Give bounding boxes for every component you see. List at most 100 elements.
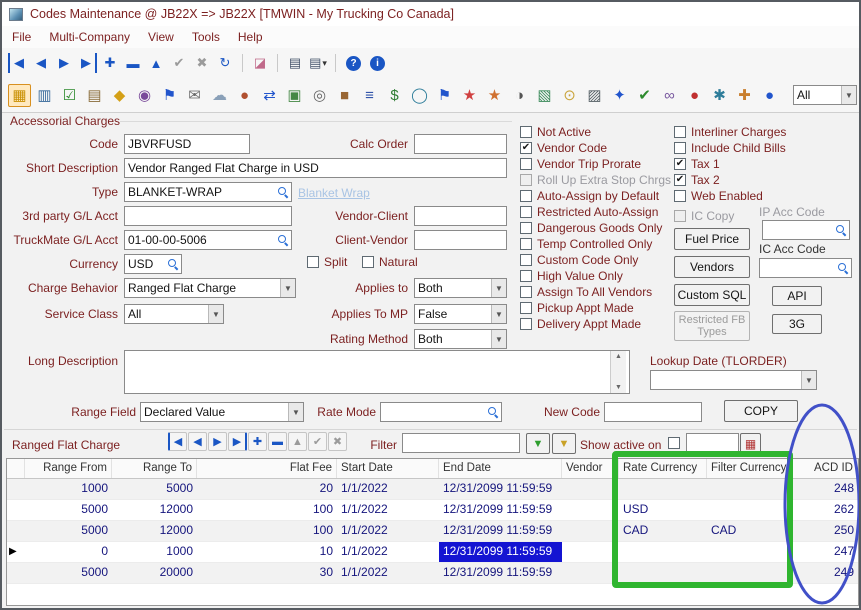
grid-cell[interactable] (619, 542, 707, 562)
grid-sheet-icon[interactable]: ▥ (33, 84, 56, 107)
column-header-rate-currency[interactable]: Rate Currency (619, 459, 707, 478)
ic-copy-checkbox[interactable]: IC Copy (674, 208, 734, 224)
grid-cell[interactable]: 12/31/2099 11:59:59 (439, 479, 562, 499)
checkbox-web-enabled[interactable]: Web Enabled (674, 188, 786, 204)
ranged-flat-charge-grid[interactable]: Range FromRange ToFlat FeeStart DateEnd … (6, 458, 859, 606)
apply-filter-button[interactable]: ▼ (526, 433, 550, 454)
grid-cell[interactable]: 5000 (25, 521, 112, 541)
long-description-field[interactable]: ▲▼ (124, 350, 630, 394)
chevron-down-icon[interactable]: ▼ (491, 305, 506, 323)
detail-insert-record-icon[interactable]: ✚ (248, 432, 267, 451)
rate-mode-field[interactable] (380, 402, 502, 422)
table-row[interactable]: 5000120001001/1/202212/31/2099 11:59:59C… (7, 521, 858, 542)
grid-cell[interactable]: 1000 (112, 542, 197, 562)
checkbox-box[interactable] (674, 190, 686, 202)
refresh-icon[interactable]: ↻ (215, 53, 235, 73)
burst-orange-icon[interactable]: ★ (483, 84, 506, 107)
truckmate-gl-field[interactable]: 01-00-00-5006 (124, 230, 292, 250)
chevron-down-icon[interactable]: ▾ (322, 58, 327, 69)
column-header-flat-fee[interactable]: Flat Fee (197, 459, 337, 478)
lookup-magnifier-icon[interactable] (278, 235, 288, 245)
grid-cell[interactable] (707, 479, 789, 499)
cancel-edit-icon[interactable]: ✖ (192, 53, 212, 73)
checkbox-box[interactable]: ✔ (674, 174, 686, 186)
grid-cell[interactable]: 247 (789, 542, 858, 562)
grid-cell[interactable]: 12000 (112, 500, 197, 520)
grid-cell[interactable] (562, 542, 619, 562)
checkbox-interliner-charges[interactable]: Interliner Charges (674, 124, 786, 140)
grid-cell[interactable]: CAD (619, 521, 707, 541)
list-icon[interactable]: ≡ (358, 84, 381, 107)
grid-cell[interactable] (619, 479, 707, 499)
gear-icon[interactable]: ✱ (708, 84, 731, 107)
checkbox-include-child-bills[interactable]: Include Child Bills (674, 140, 786, 156)
short-description-field[interactable]: Vendor Ranged Flat Charge in USD (124, 158, 507, 178)
ip-acc-code-field[interactable] (762, 220, 850, 240)
g3-button[interactable]: 3G (772, 314, 822, 334)
grid-cell[interactable]: 10 (197, 542, 337, 562)
grid-cell[interactable]: 1/1/2022 (337, 563, 439, 583)
checkbox-box[interactable] (520, 190, 532, 202)
mail-icon[interactable]: ✉ (183, 84, 206, 107)
menu-multi-company[interactable]: Multi-Company (49, 30, 130, 44)
detail-post-edit-icon[interactable]: ✔ (308, 432, 327, 451)
next-record-icon[interactable]: ▶ (54, 53, 74, 73)
checkbox-roll-up-extra-stop-chrgs[interactable]: Roll Up Extra Stop Chrgs (520, 172, 671, 188)
checkbox-box[interactable] (674, 142, 686, 154)
add-tool-icon[interactable]: ✚ (733, 84, 756, 107)
car-icon[interactable]: ● (683, 84, 706, 107)
printer2-icon[interactable]: ▨ (583, 84, 606, 107)
checkbox-custom-code-only[interactable]: Custom Code Only (520, 252, 671, 268)
grid-cell[interactable]: 20 (197, 479, 337, 499)
menu-view[interactable]: View (148, 30, 174, 44)
camera-icon[interactable]: ◎ (308, 84, 331, 107)
lookup-magnifier-icon[interactable] (278, 187, 288, 197)
grid-cell[interactable]: 5000 (25, 500, 112, 520)
grid-cell[interactable]: 1000 (25, 479, 112, 499)
checkbox-dangerous-goods-only[interactable]: Dangerous Goods Only (520, 220, 671, 236)
rating-method-select[interactable]: Both▼ (414, 329, 507, 349)
checkbox-box[interactable] (520, 254, 532, 266)
chevron-down-icon[interactable]: ▼ (801, 371, 816, 389)
grid-cell[interactable]: 12/31/2099 11:59:59 (439, 563, 562, 583)
type-field[interactable]: BLANKET-WRAP (124, 182, 292, 202)
disc-icon[interactable]: ● (233, 84, 256, 107)
filter-options-button[interactable]: ▼ (552, 433, 576, 454)
cloud-icon[interactable]: ☁ (208, 84, 231, 107)
post-edit-icon[interactable]: ✔ (169, 53, 189, 73)
calc-order-field[interactable] (414, 134, 507, 154)
range-field-select[interactable]: Declared Value▼ (140, 402, 304, 422)
checked-list-icon[interactable]: ☑ (58, 84, 81, 107)
grid-cell[interactable]: 262 (789, 500, 858, 520)
print-icon[interactable]: ▤ (285, 53, 305, 73)
grid-cell[interactable]: 30 (197, 563, 337, 583)
check-icon[interactable]: ✔ (633, 84, 656, 107)
checkbox-high-value-only[interactable]: High Value Only (520, 268, 671, 284)
fuel-price-button[interactable]: Fuel Price (674, 228, 750, 250)
flag2-icon[interactable]: ⚑ (433, 84, 456, 107)
detail-next-record-icon[interactable]: ▶ (208, 432, 227, 451)
lookup-magnifier-icon[interactable] (488, 407, 498, 417)
money-icon[interactable]: $ (383, 84, 406, 107)
grid-cell[interactable]: 1/1/2022 (337, 542, 439, 562)
ic-acc-code-field[interactable] (759, 258, 852, 278)
grid-cell[interactable] (707, 542, 789, 562)
checkbox-box[interactable] (520, 174, 532, 186)
checkbox-restricted-auto-assign[interactable]: Restricted Auto-Assign (520, 204, 671, 220)
about-icon[interactable]: i (370, 56, 385, 71)
lookup-magnifier-icon[interactable] (836, 225, 846, 235)
chevron-down-icon[interactable]: ▼ (208, 305, 223, 323)
grid-cell[interactable]: 12/31/2099 11:59:59 (439, 542, 562, 562)
client-vendor-field[interactable] (414, 230, 507, 250)
vendor-client-field[interactable] (414, 206, 507, 226)
grid-cell[interactable] (562, 521, 619, 541)
gauge-icon[interactable]: ◑ (508, 84, 531, 107)
grid-cell[interactable]: 249 (789, 563, 858, 583)
first-record-icon[interactable]: ◀ (8, 53, 28, 73)
grid-cell[interactable] (707, 563, 789, 583)
grid-cell[interactable]: 100 (197, 500, 337, 520)
scroll-down-icon[interactable]: ▼ (615, 384, 622, 391)
charge-behavior-select[interactable]: Ranged Flat Charge▼ (124, 278, 296, 298)
split-checkbox[interactable]: Split (307, 254, 347, 270)
detail-prior-record-icon[interactable]: ◀ (188, 432, 207, 451)
